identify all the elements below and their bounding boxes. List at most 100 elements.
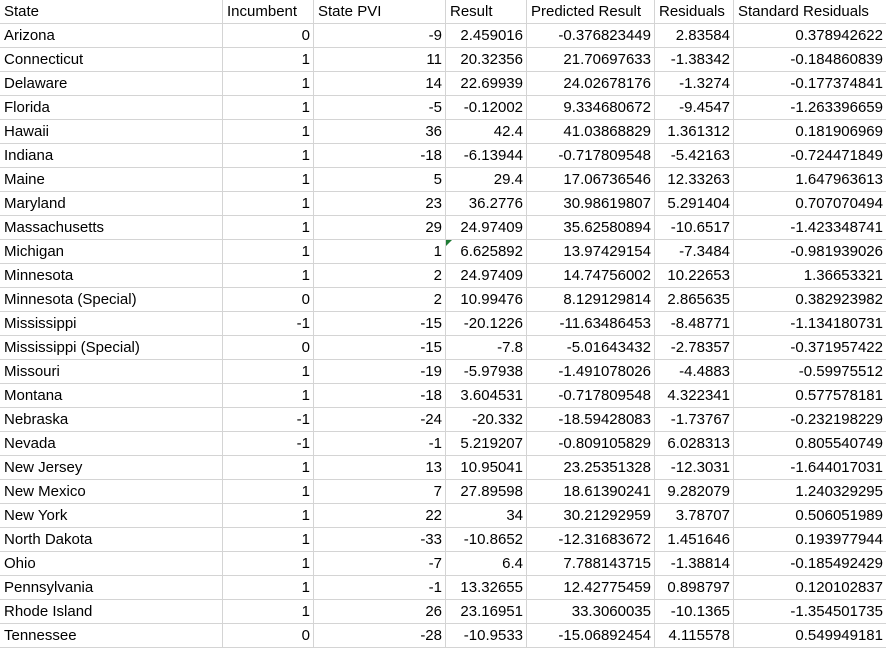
standard-residuals-cell[interactable]: -1.423348741 <box>733 215 886 240</box>
standard-residuals-cell[interactable]: 0.378942622 <box>733 23 886 48</box>
state-pvi-cell[interactable]: -28 <box>313 623 446 648</box>
predicted-result-cell[interactable]: -0.809105829 <box>526 431 655 456</box>
state-cell[interactable]: New Jersey <box>0 455 223 480</box>
state-cell[interactable]: Minnesota (Special) <box>0 287 223 312</box>
predicted-result-cell[interactable]: 35.62580894 <box>526 215 655 240</box>
result-cell[interactable]: -10.8652 <box>445 527 527 552</box>
residuals-cell[interactable]: -10.1365 <box>654 599 734 624</box>
state-cell[interactable]: Tennessee <box>0 623 223 648</box>
state-cell[interactable]: Rhode Island <box>0 599 223 624</box>
standard-residuals-cell[interactable]: 0.193977944 <box>733 527 886 552</box>
result-cell[interactable]: 42.4 <box>445 119 527 144</box>
standard-residuals-cell[interactable]: -0.59975512 <box>733 359 886 384</box>
state-pvi-cell[interactable]: -1 <box>313 431 446 456</box>
standard-residuals-cell[interactable]: -1.354501735 <box>733 599 886 624</box>
predicted-result-cell[interactable]: 9.334680672 <box>526 95 655 120</box>
standard-residuals-cell[interactable]: 1.36653321 <box>733 263 886 288</box>
incumbent-cell[interactable]: -1 <box>222 311 314 336</box>
predicted-result-cell[interactable]: 13.97429154 <box>526 239 655 264</box>
result-cell[interactable]: 10.95041 <box>445 455 527 480</box>
error-indicator-cell[interactable]: 6.625892 <box>445 239 527 264</box>
state-cell[interactable]: Montana <box>0 383 223 408</box>
state-pvi-cell[interactable]: 11 <box>313 47 446 72</box>
state-cell[interactable]: Mississippi (Special) <box>0 335 223 360</box>
standard-residuals-cell[interactable]: 0.549949181 <box>733 623 886 648</box>
incumbent-cell[interactable]: 1 <box>222 215 314 240</box>
state-pvi-cell[interactable]: 29 <box>313 215 446 240</box>
predicted-result-cell[interactable]: 30.98619807 <box>526 191 655 216</box>
state-cell[interactable]: Indiana <box>0 143 223 168</box>
predicted-result-cell[interactable]: 21.70697633 <box>526 47 655 72</box>
state-cell[interactable]: Minnesota <box>0 263 223 288</box>
header-state[interactable]: State <box>0 0 223 24</box>
predicted-result-cell[interactable]: -1.491078026 <box>526 359 655 384</box>
standard-residuals-cell[interactable]: -0.724471849 <box>733 143 886 168</box>
standard-residuals-cell[interactable]: 0.120102837 <box>733 575 886 600</box>
result-cell[interactable]: 3.604531 <box>445 383 527 408</box>
state-pvi-cell[interactable]: 7 <box>313 479 446 504</box>
state-pvi-cell[interactable]: 26 <box>313 599 446 624</box>
residuals-cell[interactable]: 9.282079 <box>654 479 734 504</box>
state-cell[interactable]: New Mexico <box>0 479 223 504</box>
predicted-result-cell[interactable]: 14.74756002 <box>526 263 655 288</box>
result-cell[interactable]: 6.4 <box>445 551 527 576</box>
incumbent-cell[interactable]: 0 <box>222 623 314 648</box>
residuals-cell[interactable]: -1.3274 <box>654 71 734 96</box>
state-cell[interactable]: Missouri <box>0 359 223 384</box>
incumbent-cell[interactable]: 0 <box>222 287 314 312</box>
state-pvi-cell[interactable]: -15 <box>313 311 446 336</box>
incumbent-cell[interactable]: 1 <box>222 239 314 264</box>
state-cell[interactable]: Arizona <box>0 23 223 48</box>
state-cell[interactable]: Mississippi <box>0 311 223 336</box>
residuals-cell[interactable]: -10.6517 <box>654 215 734 240</box>
result-cell[interactable]: 29.4 <box>445 167 527 192</box>
incumbent-cell[interactable]: 0 <box>222 23 314 48</box>
incumbent-cell[interactable]: 1 <box>222 527 314 552</box>
standard-residuals-cell[interactable]: 0.707070494 <box>733 191 886 216</box>
state-pvi-cell[interactable]: -18 <box>313 143 446 168</box>
result-cell[interactable]: 5.219207 <box>445 431 527 456</box>
predicted-result-cell[interactable]: -0.717809548 <box>526 383 655 408</box>
predicted-result-cell[interactable]: -18.59428083 <box>526 407 655 432</box>
residuals-cell[interactable]: 1.451646 <box>654 527 734 552</box>
incumbent-cell[interactable]: 1 <box>222 167 314 192</box>
predicted-result-cell[interactable]: -0.376823449 <box>526 23 655 48</box>
result-cell[interactable]: -0.12002 <box>445 95 527 120</box>
predicted-result-cell[interactable]: -5.01643432 <box>526 335 655 360</box>
result-cell[interactable]: 24.97409 <box>445 263 527 288</box>
state-pvi-cell[interactable]: -1 <box>313 575 446 600</box>
state-cell[interactable]: Ohio <box>0 551 223 576</box>
standard-residuals-cell[interactable]: -0.184860839 <box>733 47 886 72</box>
predicted-result-cell[interactable]: -15.06892454 <box>526 623 655 648</box>
result-cell[interactable]: 23.16951 <box>445 599 527 624</box>
incumbent-cell[interactable]: 1 <box>222 551 314 576</box>
predicted-result-cell[interactable]: 18.61390241 <box>526 479 655 504</box>
residuals-cell[interactable]: 4.322341 <box>654 383 734 408</box>
standard-residuals-cell[interactable]: 1.240329295 <box>733 479 886 504</box>
header-predicted-result[interactable]: Predicted Result <box>526 0 655 24</box>
residuals-cell[interactable]: 5.291404 <box>654 191 734 216</box>
result-cell[interactable]: 13.32655 <box>445 575 527 600</box>
standard-residuals-cell[interactable]: -1.134180731 <box>733 311 886 336</box>
header-result[interactable]: Result <box>445 0 527 24</box>
state-pvi-cell[interactable]: -7 <box>313 551 446 576</box>
standard-residuals-cell[interactable]: 0.577578181 <box>733 383 886 408</box>
result-cell[interactable]: 27.89598 <box>445 479 527 504</box>
residuals-cell[interactable]: -1.38342 <box>654 47 734 72</box>
residuals-cell[interactable]: -1.38814 <box>654 551 734 576</box>
state-cell[interactable]: Florida <box>0 95 223 120</box>
standard-residuals-cell[interactable]: 1.647963613 <box>733 167 886 192</box>
result-cell[interactable]: 34 <box>445 503 527 528</box>
predicted-result-cell[interactable]: 12.42775459 <box>526 575 655 600</box>
header-residuals[interactable]: Residuals <box>654 0 734 24</box>
incumbent-cell[interactable]: 1 <box>222 503 314 528</box>
state-pvi-cell[interactable]: -5 <box>313 95 446 120</box>
result-cell[interactable]: -5.97938 <box>445 359 527 384</box>
standard-residuals-cell[interactable]: -0.185492429 <box>733 551 886 576</box>
state-cell[interactable]: Michigan <box>0 239 223 264</box>
result-cell[interactable]: -6.13944 <box>445 143 527 168</box>
standard-residuals-cell[interactable]: -0.981939026 <box>733 239 886 264</box>
standard-residuals-cell[interactable]: 0.181906969 <box>733 119 886 144</box>
predicted-result-cell[interactable]: -11.63486453 <box>526 311 655 336</box>
standard-residuals-cell[interactable]: -1.644017031 <box>733 455 886 480</box>
